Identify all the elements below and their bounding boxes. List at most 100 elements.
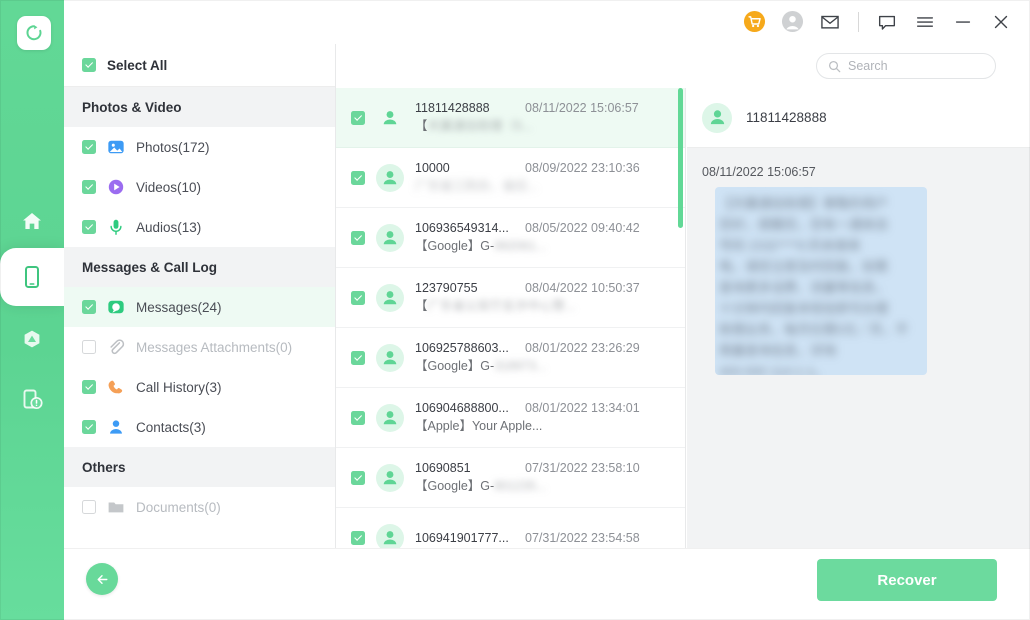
contact-avatar-icon [381,169,399,187]
account-icon [781,10,804,33]
row-text: 106904688800... 08/01/2022 13:34:01 【App… [415,401,685,435]
row-checkbox[interactable] [351,531,365,545]
sidebar-item-device[interactable] [0,248,64,306]
home-icon [20,209,44,233]
message-row[interactable]: 106936549314... 08/05/2022 09:40:42 【Goo… [336,208,685,268]
contacts-icon [106,417,126,437]
contact-avatar-icon [381,349,399,367]
row-checkbox[interactable] [351,471,365,485]
row-preview: 【天翼通信助理（5... [415,119,532,133]
message-bubble-text: 【天翼通信助理】尊敬的用户 您好，提醒您，您有一通来自 号码 1532****9… [719,193,927,375]
category-item-call-history[interactable]: Call History(3) [64,367,335,407]
category-group-header: Others [64,447,335,487]
mail-button[interactable] [811,0,849,44]
row-checkbox[interactable] [351,411,365,425]
category-item-label: Audios(13) [136,220,201,235]
message-row[interactable]: 106925788603... 08/01/2022 23:26:29 【Goo… [336,328,685,388]
videos-checkbox[interactable] [82,180,96,194]
row-text: 123790755 08/04/2022 10:50:37 【广东省公安厅反诈中… [415,281,685,315]
left-nav-rail [0,0,64,620]
category-item-label: Messages(24) [136,300,222,315]
menu-button[interactable] [906,0,944,44]
back-button[interactable] [86,563,118,595]
category-item-label: Videos(10) [136,180,201,195]
detail-header: 11811428888 [687,88,1030,148]
message-row[interactable]: 106904688800... 08/01/2022 13:34:01 【App… [336,388,685,448]
row-checkbox[interactable] [351,351,365,365]
contact-avatar-icon [381,229,399,247]
avatar [376,284,404,312]
message-detail-pane: 11811428888 08/11/2022 15:06:57 【天翼通信助理】… [687,88,1030,548]
audios-checkbox[interactable] [82,220,96,234]
sidebar-item-repair[interactable] [0,370,64,428]
category-item-contacts[interactable]: Contacts(3) [64,407,335,447]
category-item-messages[interactable]: Messages(24) [64,287,335,327]
call-history-checkbox[interactable] [82,380,96,394]
feedback-button[interactable] [868,0,906,44]
row-number: 123790755 [415,281,515,295]
row-checkbox[interactable] [351,231,365,245]
message-list[interactable]: 11811428888 08/11/2022 15:06:57 【天翼通信助理（… [336,88,686,548]
avatar [376,464,404,492]
messages-checkbox[interactable] [82,300,96,314]
category-item-videos[interactable]: Videos(10) [64,167,335,207]
category-group-header: Messages & Call Log [64,247,335,287]
close-icon [990,11,1012,33]
contact-avatar-icon [381,469,399,487]
contact-avatar-icon [381,529,399,547]
row-preview: 【Google】G-801235... [415,479,546,493]
contact-avatar-icon [381,289,399,307]
sidebar-item-home[interactable] [0,192,64,250]
category-item-audios[interactable]: Audios(13) [64,207,335,247]
row-date: 08/01/2022 13:34:01 [525,401,640,415]
row-date: 07/31/2022 23:58:10 [525,461,640,475]
cloud-drive-icon [20,327,44,351]
recover-button[interactable]: Recover [817,559,997,601]
contact-avatar-icon [708,108,727,127]
search-input[interactable]: Search [816,53,996,79]
list-scrollbar[interactable] [678,88,683,548]
select-all-row[interactable]: Select All [64,44,335,87]
audio-icon [106,217,126,237]
avatar [376,104,404,132]
avatar [376,404,404,432]
category-item-documents[interactable]: Documents(0) [64,487,335,527]
folder-icon [106,497,126,517]
category-item-messages-attachments[interactable]: Messages Attachments(0) [64,327,335,367]
row-date: 08/11/2022 15:06:57 [525,101,639,115]
message-row[interactable]: 123790755 08/04/2022 10:50:37 【广东省公安厅反诈中… [336,268,685,328]
row-number: 106941901777... [415,531,515,545]
row-date: 08/09/2022 23:10:36 [525,161,640,175]
device-repair-icon [20,387,44,411]
messages-attachments-checkbox[interactable] [82,340,96,354]
list-scrollbar-thumb[interactable] [678,88,683,228]
search-icon [828,60,841,73]
minimize-button[interactable] [944,0,982,44]
row-text: 11811428888 08/11/2022 15:06:57 【天翼通信助理（… [415,101,685,135]
row-checkbox[interactable] [351,171,365,185]
row-text: 10690851 07/31/2022 23:58:10 【Google】G-8… [415,461,685,495]
avatar [376,524,404,549]
photos-checkbox[interactable] [82,140,96,154]
row-checkbox[interactable] [351,291,365,305]
category-item-photos[interactable]: Photos(172) [64,127,335,167]
close-button[interactable] [982,0,1020,44]
sidebar-item-cloud[interactable] [0,310,64,368]
mail-icon [819,11,841,33]
contacts-checkbox[interactable] [82,420,96,434]
category-item-label: Contacts(3) [136,420,206,435]
message-row[interactable]: 10000 08/09/2022 23:10:36 广东省三防办、省应... [336,148,685,208]
detail-timestamp: 08/11/2022 15:06:57 [687,148,1030,179]
message-bubble: 【天翼通信助理】尊敬的用户 您好，提醒您，您有一通来自 号码 1532****9… [715,187,927,375]
message-row[interactable]: 106941901777... 07/31/2022 23:54:58 [336,508,685,548]
cart-button[interactable] [735,0,773,44]
documents-checkbox[interactable] [82,500,96,514]
application-window: Select All Photos & Video Photos(172) [0,0,1030,620]
row-text: 106936549314... 08/05/2022 09:40:42 【Goo… [415,221,685,255]
message-row[interactable]: 11811428888 08/11/2022 15:06:57 【天翼通信助理（… [336,88,685,148]
message-row[interactable]: 10690851 07/31/2022 23:58:10 【Google】G-8… [336,448,685,508]
row-preview: 【Google】G-318973... [415,359,546,373]
select-all-checkbox[interactable] [82,58,96,72]
row-checkbox[interactable] [351,111,365,125]
account-button[interactable] [773,0,811,44]
